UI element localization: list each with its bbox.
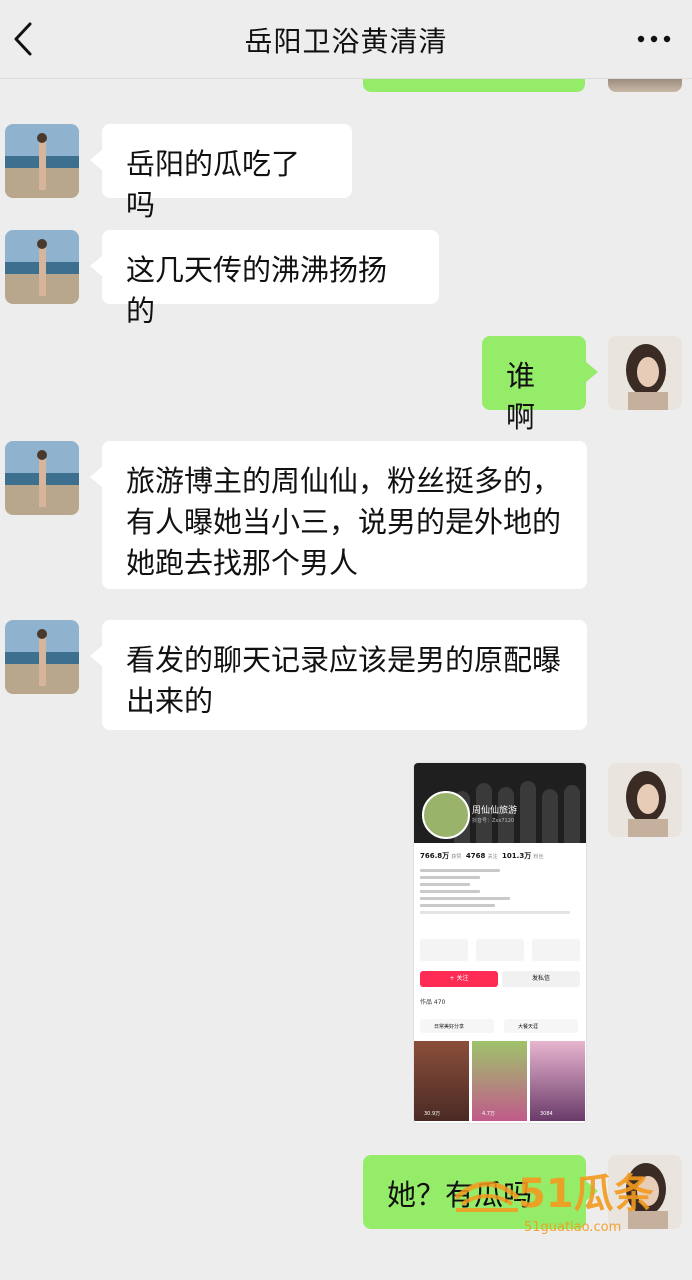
more-dots-icon[interactable]: [634, 28, 674, 50]
collection-tab: 日常美好分享: [434, 1024, 465, 1030]
profile-name: 周仙仙旅游: [472, 806, 518, 816]
likes-label: 获赞: [451, 854, 462, 860]
collection-tabs: 日常美好分享 大餐天涯: [420, 1019, 580, 1033]
works-count: 作品 470: [420, 999, 446, 1006]
message-bubble[interactable]: 旅游博主的周仙仙，粉丝挺多的， 有人曝她当小三，说男的是外地的 她跑去找那个男人: [90, 441, 587, 589]
profile-actions: [420, 939, 580, 961]
message-bubble[interactable]: 这几天传的沸沸扬扬的: [90, 230, 439, 328]
send-message-button: 发私信: [502, 971, 580, 987]
message-bubble[interactable]: 看发的聊天记录应该是男的原配曝 出来的: [90, 620, 587, 730]
profile-bio: [420, 865, 580, 918]
watermark-brand: 51瓜条: [518, 1171, 654, 1217]
chat-header: 岳阳卫浴黄清清: [0, 0, 692, 79]
shared-image-message[interactable]: 周仙仙旅游 抖音号：Zxx7120 766.8万 获赞 4768 关注 101.…: [414, 763, 586, 1123]
profile-stats: 766.8万 获赞 4768 关注 101.3万 粉丝: [420, 851, 543, 861]
video-thumbnail: 4.7万: [472, 1041, 527, 1121]
contact-avatar[interactable]: [5, 620, 79, 694]
contact-avatar[interactable]: [5, 124, 79, 198]
following-count: 4768: [465, 852, 486, 860]
likes-count: 766.8万: [420, 852, 450, 860]
followers-count: 101.3万: [502, 852, 532, 860]
collection-tab: 大餐天涯: [518, 1024, 539, 1030]
contact-avatar[interactable]: [5, 230, 79, 304]
watermark-logo-icon: [454, 1181, 520, 1212]
chat-title: 岳阳卫浴黄清清: [244, 25, 448, 58]
view-count: 30.9万: [424, 1111, 441, 1117]
followers-label: 粉丝: [533, 854, 544, 860]
self-avatar[interactable]: [608, 336, 682, 410]
watermark-url: 51guatiao.com: [524, 1220, 622, 1235]
following-label: 关注: [487, 854, 498, 860]
profile-avatar: [422, 791, 470, 839]
video-thumbnail: 3084: [530, 1041, 585, 1121]
follow-button: + 关注: [420, 971, 498, 987]
profile-account-id: 抖音号：Zxx7120: [472, 818, 515, 824]
message-bubble[interactable]: 谁啊: [482, 336, 598, 434]
contact-avatar[interactable]: [5, 441, 79, 515]
video-thumbnail: 30.9万: [414, 1041, 469, 1121]
self-avatar[interactable]: [608, 763, 682, 837]
watermark: 51瓜条 51guatiao.com: [452, 1170, 672, 1240]
view-count: 3084: [540, 1111, 553, 1117]
message-bubble[interactable]: 岳阳的瓜吃了吗: [90, 124, 352, 222]
view-count: 4.7万: [482, 1111, 495, 1117]
